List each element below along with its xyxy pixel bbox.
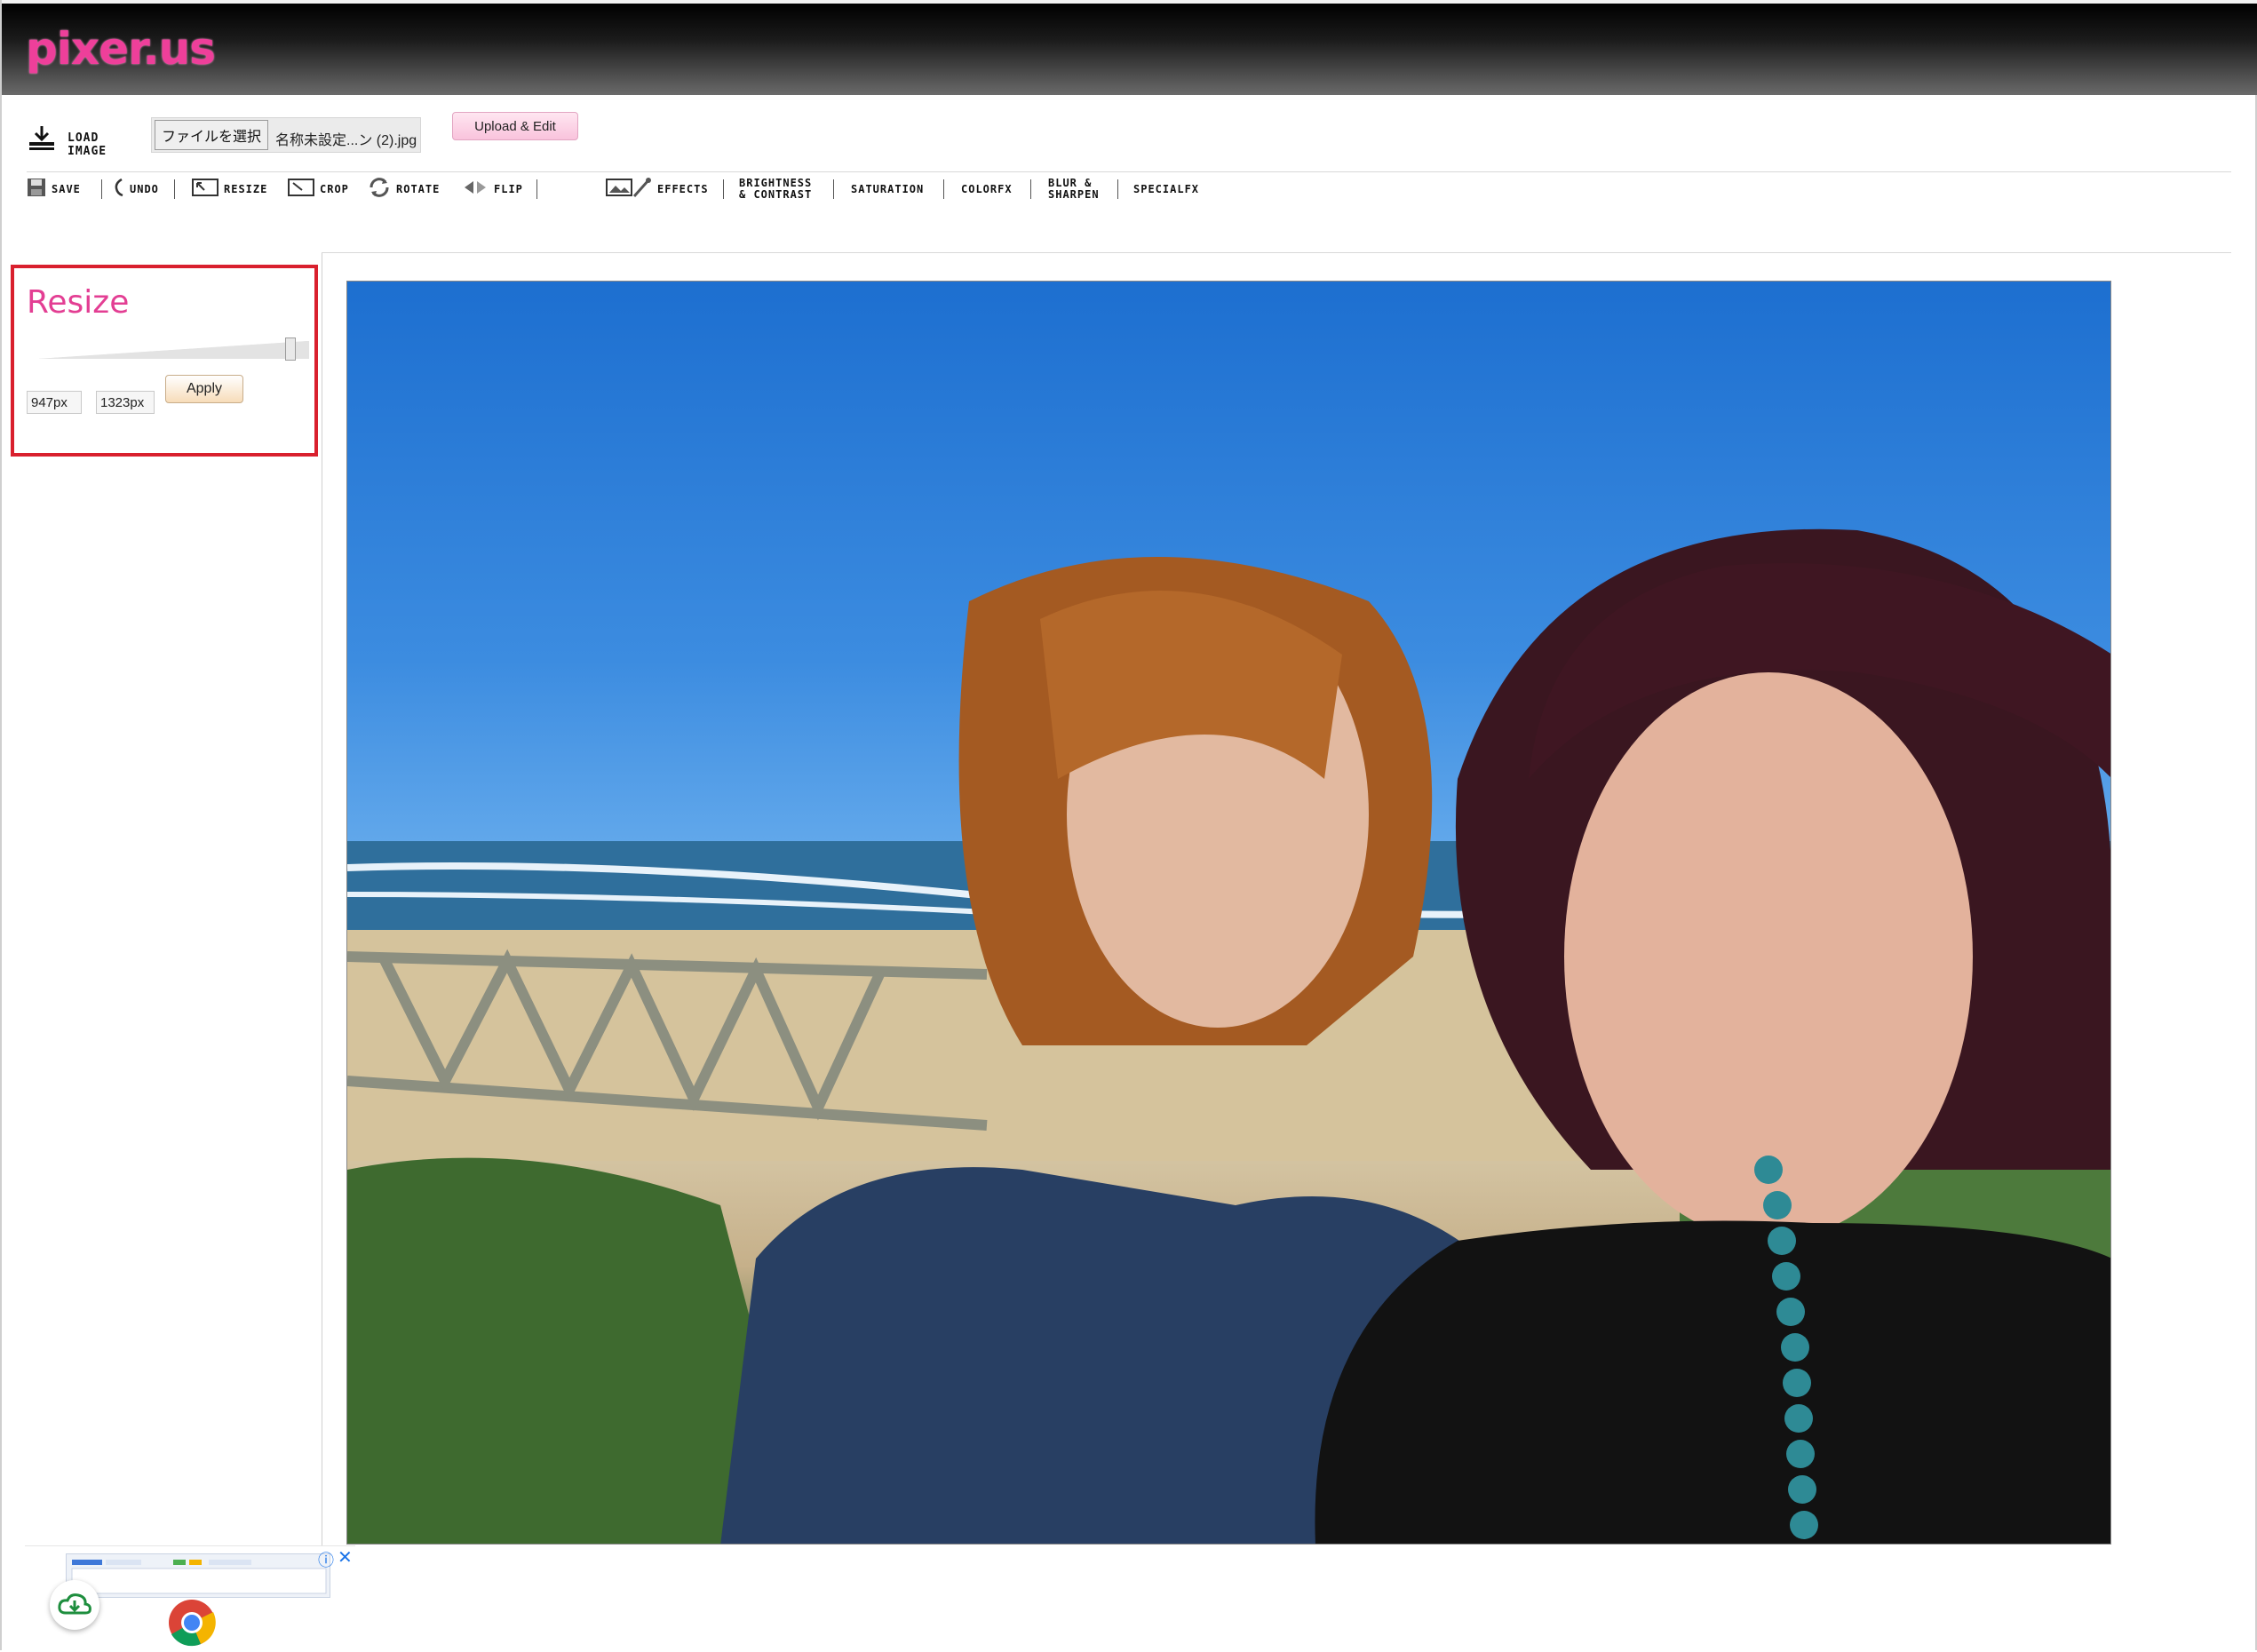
effects-icon xyxy=(606,177,652,203)
saturation-tool[interactable]: Saturation xyxy=(851,174,924,204)
site-logo[interactable]: pixer.us xyxy=(26,23,216,75)
toolbar-separator xyxy=(943,179,944,199)
photo-image xyxy=(347,528,2110,1544)
choose-file-button[interactable]: ファイルを選択 xyxy=(155,120,268,150)
flip-tool[interactable]: Flip xyxy=(462,174,523,204)
blur-sharpen-tool[interactable]: Blur & Sharpen xyxy=(1048,174,1100,204)
apply-button[interactable]: Apply xyxy=(165,375,243,403)
image-canvas[interactable] xyxy=(346,281,2111,1545)
toolbar-separator xyxy=(833,179,834,199)
load-image-label: Load Image xyxy=(68,131,107,158)
crop-tool[interactable]: Crop xyxy=(288,174,349,204)
crop-icon xyxy=(288,178,314,201)
brightness-contrast-tool[interactable]: Brightness & Contrast xyxy=(739,174,812,204)
rotate-icon xyxy=(368,177,391,203)
toolbar-separator xyxy=(1030,179,1031,199)
editor-toolbar: Save Undo Resize Crop Rotate Flip xyxy=(27,174,1270,204)
cloud-download-icon xyxy=(50,1580,99,1630)
chrome-icon xyxy=(167,1598,217,1648)
toolbar-separator xyxy=(723,179,724,199)
resize-slider-track[interactable] xyxy=(39,341,309,359)
divider xyxy=(27,171,2231,172)
download-icon[interactable] xyxy=(27,124,57,155)
save-tool[interactable]: Save xyxy=(27,174,81,204)
save-icon xyxy=(27,178,46,202)
colorfx-tool[interactable]: ColorFX xyxy=(961,174,1013,204)
info-icon[interactable]: ⓘ xyxy=(318,1548,334,1571)
divider xyxy=(322,252,2231,253)
rotate-tool[interactable]: Rotate xyxy=(368,174,440,204)
toolbar-separator xyxy=(174,179,175,199)
advertisement[interactable]: ⓘ ✕ xyxy=(25,1545,355,1650)
specialfx-tool[interactable]: SpecialFX xyxy=(1133,174,1199,204)
toolbar-separator xyxy=(101,179,102,199)
close-icon[interactable]: ✕ xyxy=(338,1546,353,1569)
resize-title: Resize xyxy=(27,284,130,321)
ad-screenshot-thumbnail xyxy=(66,1553,330,1598)
toolbar-separator xyxy=(1117,179,1118,199)
resize-icon xyxy=(192,178,219,201)
undo-icon xyxy=(114,178,124,202)
resize-panel: Resize 947px 1323px Apply xyxy=(11,265,318,457)
width-field[interactable]: 947px xyxy=(27,391,82,414)
upload-edit-button[interactable]: Upload & Edit xyxy=(452,112,578,140)
selected-file-name: 名称未設定...ン (2).jpg xyxy=(275,133,417,148)
resize-tool[interactable]: Resize xyxy=(192,174,267,204)
undo-tool[interactable]: Undo xyxy=(114,174,159,204)
resize-slider-handle[interactable] xyxy=(285,338,297,361)
height-field[interactable]: 1323px xyxy=(96,391,155,414)
flip-icon xyxy=(462,179,489,201)
effects-tool[interactable]: Effects xyxy=(606,174,709,204)
toolbar-separator xyxy=(536,179,537,199)
site-header: pixer.us xyxy=(2,0,2257,95)
